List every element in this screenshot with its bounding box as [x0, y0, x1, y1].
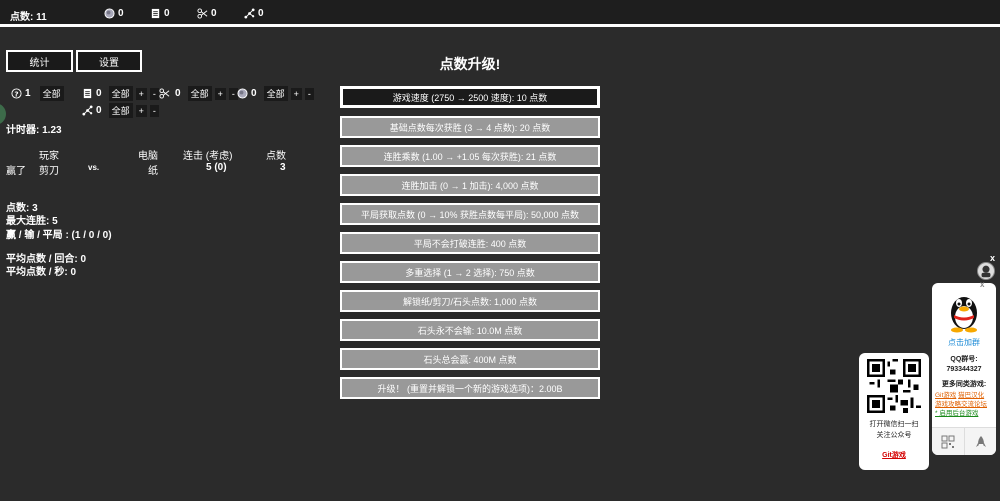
all-button[interactable]: 全部 [108, 103, 133, 118]
upgrade-streak-bonus[interactable]: 连胜加击 (0 → 1 加击): 4,000 点数 [340, 174, 600, 196]
qq-panel-close-button[interactable]: x [980, 280, 984, 289]
minus-button[interactable]: - [304, 87, 314, 100]
wechat-text-1: 打开微信扫一扫 [869, 421, 919, 428]
widget-close-button[interactable]: x [990, 253, 995, 263]
inventory-scissors: 0 全部 + - [159, 86, 238, 101]
stat-avg-sec: 平均点数 / 秒: 0 [6, 267, 77, 278]
molecule-icon [244, 8, 255, 19]
svg-text:?: ? [14, 89, 18, 98]
upgrade-rock-never-loses[interactable]: 石头永不会输: 10.0M 点数 [340, 319, 600, 341]
molecule-icon [82, 105, 93, 116]
wechat-qr-code[interactable] [867, 359, 921, 413]
inventory-unknown: ? 1 全部 [11, 86, 64, 101]
wechat-text-2: 关注公众号 [876, 432, 912, 439]
upgrade-unlock-item-points[interactable]: 解锁纸/剪刀/石头点数: 1,000 点数 [340, 290, 600, 312]
qq-join-link[interactable]: 点击加群 [932, 337, 996, 348]
other-counter: 0 [244, 8, 264, 19]
row-player-choice: 剪刀 [39, 166, 59, 177]
qr-code-icon[interactable] [932, 427, 964, 455]
all-button[interactable]: 全部 [39, 86, 64, 101]
wechat-panel: 打开微信扫一扫 关注公众号 Git游戏 [859, 353, 929, 470]
paper-icon [150, 8, 161, 19]
row-points: 3 [280, 162, 286, 173]
upgrade-multi-choice[interactable]: 多重选择 (1 → 2 选择): 750 点数 [340, 261, 600, 283]
inventory-other: 0 全部 + - [82, 103, 159, 118]
settings-button[interactable]: 设置 [76, 50, 142, 72]
upgrade-base-points[interactable]: 基础点数每次获胜 (3 → 4 点数): 20 点数 [340, 116, 600, 138]
all-button[interactable]: 全部 [108, 86, 133, 101]
scissors-icon [197, 8, 208, 19]
qq-penguin-icon[interactable] [946, 289, 982, 333]
rocket-icon[interactable] [964, 427, 996, 455]
stat-max-streak: 最大连胜: 5 [6, 216, 58, 227]
game-links: Git游戏 猫巴汉化 游戏攻略交流论坛 * 启用后台游戏 [935, 391, 995, 418]
inventory-paper: 0 全部 + - [82, 86, 159, 101]
paper-counter: 0 [150, 8, 170, 19]
inventory-rock: 0 全部 + - [237, 86, 314, 101]
upgrade-tie-keeps-streak[interactable]: 平局不会打破连胜: 400 点数 [340, 232, 600, 254]
qq-group-number: 793344327 [946, 366, 982, 373]
rock-counter: 0 [104, 8, 124, 19]
upgrades-title: 点数升级! [439, 56, 501, 72]
rock-icon [237, 88, 248, 99]
points-display: 点数: 11 [10, 8, 47, 23]
paper-icon [82, 88, 93, 99]
question-icon: ? [11, 88, 22, 99]
row-result: 赢了 [6, 166, 26, 177]
header-points: 点数 [266, 151, 286, 162]
background-game-link[interactable]: * 启用后台游戏 [935, 410, 978, 417]
all-button[interactable]: 全部 [187, 86, 212, 101]
all-button[interactable]: 全部 [263, 86, 288, 101]
upgrade-prestige[interactable]: 升级！ (重置并解锁一个新的游戏选项)：2.00B [340, 377, 600, 399]
plus-button[interactable]: + [290, 87, 302, 100]
maoba-link[interactable]: 猫巴汉化 [958, 392, 984, 399]
upgrade-game-speed[interactable]: 游戏速度 (2750 → 2500 速度): 10 点数 [340, 86, 600, 108]
minus-button[interactable]: - [149, 87, 159, 100]
more-games-label: 更多同类游戏: [941, 381, 987, 388]
forum-link[interactable]: 游戏攻略交流论坛 [935, 401, 987, 408]
timer: 计时器: 1.23 [6, 125, 62, 136]
row-combo: 5 (0) [206, 162, 227, 173]
points-label: 点数: 11 [10, 12, 47, 23]
wechat-git-link[interactable]: Git游戏 [859, 450, 929, 460]
git-games-link[interactable]: Git游戏 [935, 392, 956, 399]
plus-button[interactable]: + [214, 87, 226, 100]
widget-avatar-icon[interactable] [977, 262, 995, 280]
top-bar: 点数: 11 0 0 0 0 [0, 0, 1000, 27]
minus-button[interactable]: - [149, 104, 159, 117]
upgrade-streak-multiplier[interactable]: 连胜乘数 (1.00 → +1.05 每次获胜): 21 点数 [340, 145, 600, 167]
scissors-counter: 0 [197, 8, 217, 19]
plus-button[interactable]: + [135, 104, 147, 117]
stats-button[interactable]: 统计 [6, 50, 73, 72]
upgrade-tie-points[interactable]: 平局获取点数 (0 → 10% 获胜点数每平局): 50,000 点数 [340, 203, 600, 225]
row-vs: vs. [88, 163, 100, 172]
plus-button[interactable]: + [135, 87, 147, 100]
qq-panel: x 点击加群 QQ群号: 793344327 更多同类游戏: Git游戏 猫巴汉… [932, 280, 996, 455]
rock-icon [104, 8, 115, 19]
header-combo: 连击 (考虑) [183, 151, 233, 162]
header-player: 玩家 [39, 151, 59, 162]
row-computer-choice: 纸 [148, 166, 158, 177]
upgrade-rock-always-wins[interactable]: 石头总会赢: 400M 点数 [340, 348, 600, 370]
qq-group-label: QQ群号: [950, 356, 978, 363]
scissors-icon [159, 88, 172, 99]
header-computer: 电脑 [138, 151, 158, 162]
stat-wlt: 赢 / 输 / 平局 : (1 / 0 / 0) [6, 230, 112, 241]
